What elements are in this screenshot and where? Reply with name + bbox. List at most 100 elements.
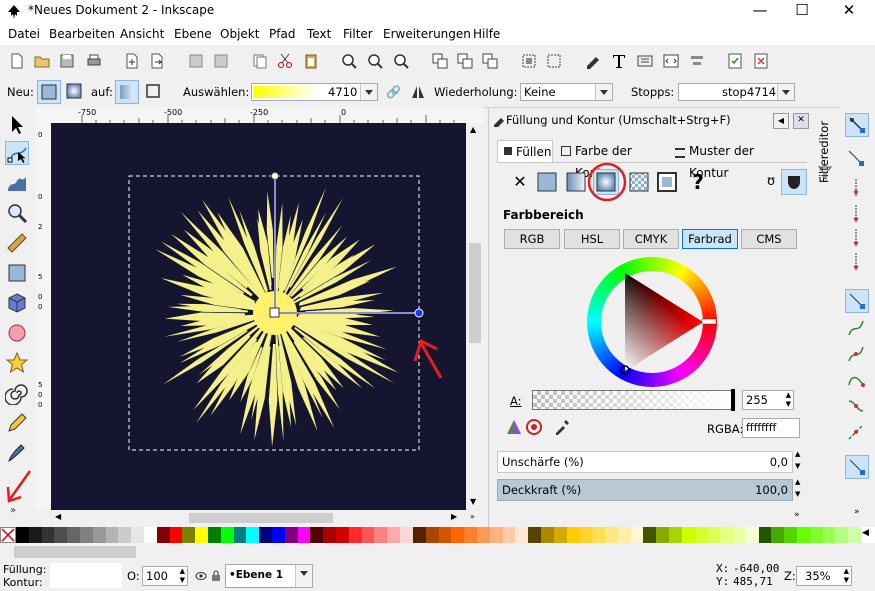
gradient-select[interactable]: 4710 bbox=[251, 83, 378, 101]
scroll-left-icon[interactable]: ◀ bbox=[55, 512, 61, 521]
palette-swatch[interactable] bbox=[272, 527, 286, 543]
palette-swatch[interactable] bbox=[284, 527, 299, 543]
gradient-end-handle[interactable] bbox=[271, 172, 279, 180]
menu-ansicht[interactable]: Ansicht bbox=[120, 27, 164, 41]
palette-swatches[interactable] bbox=[16, 527, 862, 543]
mode-hsl-button[interactable]: HSL bbox=[564, 229, 620, 249]
scroll-up-icon[interactable]: ▲ bbox=[470, 125, 476, 134]
out-of-gamut-icon[interactable] bbox=[525, 418, 543, 436]
menu-filter[interactable]: Filter bbox=[343, 27, 373, 41]
snap-others-icon[interactable] bbox=[845, 455, 869, 479]
vertical-scrollbar[interactable]: ▲ ▼ bbox=[466, 123, 484, 510]
3d-box-tool-icon[interactable] bbox=[5, 291, 29, 315]
palette-swatch[interactable] bbox=[310, 527, 324, 543]
snap-bbox-center-icon[interactable] bbox=[845, 251, 869, 275]
palette-swatch[interactable] bbox=[809, 527, 824, 543]
opacity-input[interactable]: 100 ▲ ▼ bbox=[142, 566, 188, 586]
palette-swatch[interactable] bbox=[528, 527, 542, 543]
menu-datei[interactable]: Datei bbox=[8, 27, 40, 41]
reverse-gradient-icon[interactable] bbox=[410, 84, 426, 103]
panel-collapse-icon[interactable]: ◀ bbox=[773, 113, 789, 129]
radial-gradient-button[interactable] bbox=[63, 80, 87, 104]
ellipse-tool-icon[interactable] bbox=[5, 321, 29, 345]
eye-icon[interactable] bbox=[195, 571, 207, 581]
menu-objekt[interactable]: Objekt bbox=[220, 27, 259, 41]
swatch-paint-button[interactable] bbox=[654, 169, 680, 195]
palette-swatch[interactable] bbox=[656, 527, 670, 543]
flat-color-button[interactable] bbox=[534, 169, 560, 195]
scroll-thumb[interactable] bbox=[14, 546, 136, 558]
zoom-page-icon[interactable] bbox=[392, 52, 410, 70]
palette-swatch[interactable] bbox=[796, 527, 811, 543]
scroll-thumb[interactable] bbox=[469, 243, 481, 343]
align-distribute-icon[interactable] bbox=[688, 52, 706, 70]
pencil-tool-icon[interactable] bbox=[5, 411, 29, 435]
mode-cmyk-button[interactable]: CMYK bbox=[623, 229, 679, 249]
palette-swatch[interactable] bbox=[784, 527, 798, 543]
palette-swatch[interactable] bbox=[592, 527, 606, 543]
more-icon[interactable]: » bbox=[794, 510, 800, 520]
node-tool-icon[interactable] bbox=[5, 141, 29, 165]
filter-editor-tab[interactable]: Filtereditor bbox=[812, 109, 838, 527]
gradient-on-stroke-button[interactable] bbox=[142, 80, 166, 104]
palette-swatch[interactable] bbox=[92, 527, 107, 543]
palette-swatch[interactable] bbox=[323, 527, 337, 543]
tab-stroke-paint[interactable]: Farbe der Kontur bbox=[557, 140, 669, 180]
gradient-on-fill-button[interactable] bbox=[115, 80, 139, 104]
spin-up-icon[interactable]: ▲ bbox=[180, 567, 185, 575]
palette-swatch[interactable] bbox=[412, 527, 427, 543]
zoom-input[interactable]: 35% ▲ ▼ bbox=[796, 566, 852, 586]
new-document-icon[interactable] bbox=[8, 52, 26, 70]
palette-swatch[interactable] bbox=[28, 527, 43, 543]
snap-bbox-midpoint-icon[interactable] bbox=[845, 227, 869, 251]
spin-down-icon[interactable]: ▼ bbox=[795, 490, 800, 498]
rgba-input[interactable]: ffffffff bbox=[742, 418, 800, 438]
menu-erweiterungen[interactable]: Erweiterungen bbox=[383, 27, 471, 41]
snap-smooth-nodes-icon[interactable] bbox=[845, 395, 869, 419]
no-color-swatch[interactable] bbox=[0, 527, 16, 543]
calligraphy-tool-icon[interactable] bbox=[5, 441, 29, 465]
measure-tool-icon[interactable] bbox=[5, 231, 29, 255]
unlink-clone-icon[interactable] bbox=[481, 52, 499, 70]
palette-swatch[interactable] bbox=[758, 527, 772, 543]
palette-swatch[interactable] bbox=[822, 527, 836, 543]
zoom-tool-icon[interactable] bbox=[5, 201, 29, 225]
snap-path-icon[interactable] bbox=[845, 317, 869, 341]
fill-stroke-icon[interactable] bbox=[584, 52, 602, 70]
palette-swatch[interactable] bbox=[694, 527, 708, 543]
palette-swatch[interactable] bbox=[297, 527, 311, 543]
color-palette[interactable]: ◀ bbox=[0, 527, 875, 543]
tweak-tool-icon[interactable] bbox=[5, 171, 29, 195]
mode-rgb-button[interactable]: RGB bbox=[504, 229, 560, 249]
palette-swatch[interactable] bbox=[220, 527, 235, 543]
palette-swatch[interactable] bbox=[476, 527, 491, 543]
snap-path-intersection-icon[interactable] bbox=[845, 343, 869, 367]
palette-swatch[interactable] bbox=[745, 527, 760, 543]
alpha-slider[interactable] bbox=[532, 389, 735, 411]
menu-hilfe[interactable]: Hilfe bbox=[473, 27, 500, 41]
palette-swatch[interactable] bbox=[169, 527, 183, 543]
palette-swatch[interactable] bbox=[16, 527, 30, 543]
zoom-selection-icon[interactable] bbox=[340, 52, 358, 70]
mode-cms-button[interactable]: CMS bbox=[741, 229, 797, 249]
xml-editor-icon[interactable] bbox=[636, 52, 654, 70]
palette-swatch[interactable] bbox=[182, 527, 196, 543]
horizontal-scrollbar[interactable]: ◀ ▶ bbox=[51, 510, 466, 526]
group-icon[interactable] bbox=[520, 52, 538, 70]
more-icon[interactable]: » bbox=[470, 512, 475, 521]
preferences-icon[interactable] bbox=[726, 52, 744, 70]
drawing-canvas[interactable] bbox=[51, 123, 466, 510]
repeat-select[interactable]: Keine bbox=[520, 83, 613, 101]
ruler-vertical[interactable]: 0 0 2 5 0 0 5 0 0 bbox=[36, 123, 52, 510]
pattern-paint-button[interactable] bbox=[626, 169, 652, 195]
palette-swatch[interactable] bbox=[387, 527, 401, 543]
spin-up-icon[interactable]: ▲ bbox=[795, 450, 800, 458]
panel-close-icon[interactable]: ✕ bbox=[793, 113, 809, 129]
minimize-button[interactable]: — bbox=[737, 0, 783, 23]
spin-down-icon[interactable]: ▼ bbox=[786, 400, 791, 408]
mode-wheel-button[interactable]: Farbrad bbox=[682, 229, 738, 249]
color-managed-icon[interactable] bbox=[505, 418, 523, 436]
scroll-right-icon[interactable]: ▶ bbox=[451, 512, 457, 521]
gradient-stop-handle-selected[interactable] bbox=[414, 308, 424, 318]
palette-swatch[interactable] bbox=[515, 527, 529, 543]
